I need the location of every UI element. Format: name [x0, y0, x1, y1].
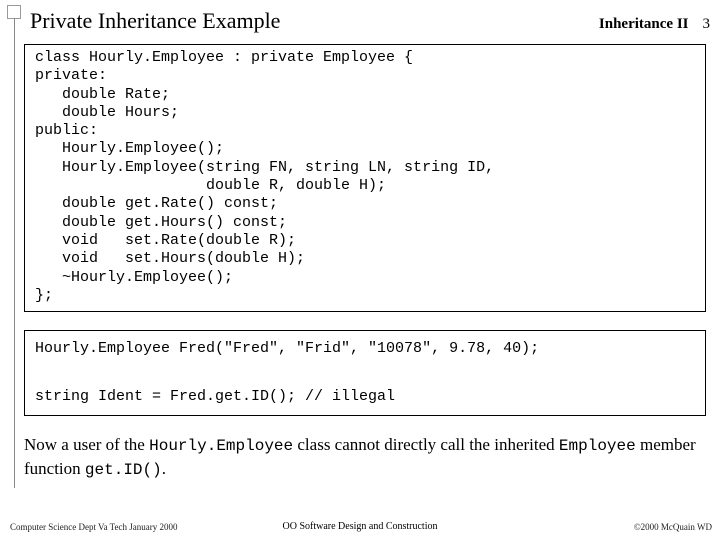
explain-code-2: Employee [559, 437, 636, 455]
footer-left: Computer Science Dept Va Tech January 20… [10, 522, 178, 532]
explain-code-3: get.ID() [85, 461, 162, 479]
code-block-class: class Hourly.Employee : private Employee… [24, 44, 706, 312]
explain-code-1: Hourly.Employee [149, 437, 293, 455]
header-right: Inheritance II 3 [599, 16, 710, 33]
left-rule [14, 18, 15, 488]
code-block-usage: Hourly.Employee Fred("Fred", "Frid", "10… [24, 330, 706, 416]
slide-header: Private Inheritance Example Inheritance … [30, 8, 710, 34]
slide-content: class Hourly.Employee : private Employee… [24, 44, 706, 481]
explain-text-2: class cannot directly call the inherited [293, 435, 559, 454]
page-number: 3 [703, 16, 711, 33]
footer-center: OO Software Design and Construction [283, 521, 438, 532]
section-name: Inheritance II [599, 16, 689, 33]
explain-text-1: Now a user of the [24, 435, 149, 454]
corner-notch [7, 5, 21, 19]
slide-title: Private Inheritance Example [30, 8, 280, 34]
explain-text-4: . [162, 459, 166, 478]
footer-right: ©2000 McQuain WD [634, 522, 712, 532]
explanation-text: Now a user of the Hourly.Employee class … [24, 434, 706, 481]
